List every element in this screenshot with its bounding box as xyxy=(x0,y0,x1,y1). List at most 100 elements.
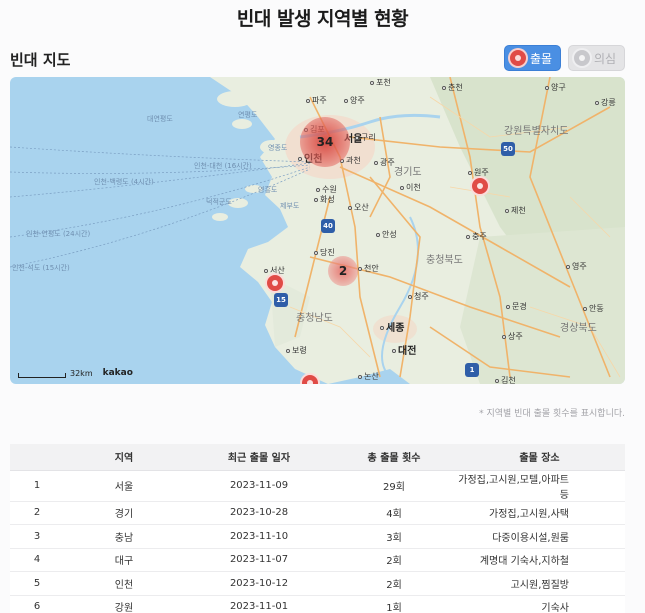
cell-region: 대구 xyxy=(64,548,184,572)
map-label: 영주 xyxy=(566,261,587,272)
page-title: 빈대 발생 지역별 현황 xyxy=(236,8,409,30)
cell-count: 1회 xyxy=(334,595,454,613)
map-label: 원주 xyxy=(468,167,489,178)
map-label: 청주 xyxy=(408,291,429,302)
map-label: 안동 xyxy=(583,303,604,314)
map-scale: 32km kakao xyxy=(18,368,133,378)
map-label: 인천-석도 (15시간) xyxy=(12,264,70,272)
cell-date: 2023-11-07 xyxy=(184,548,334,572)
cell-place: 가정집,고시원,사택 xyxy=(454,501,625,525)
cell-no: 5 xyxy=(10,571,64,596)
scale-bar xyxy=(18,373,66,378)
cluster-count: 2 xyxy=(338,264,348,278)
cell-date: 2023-11-01 xyxy=(184,595,334,613)
scale-label: 32km xyxy=(70,369,93,378)
map-label: 충청남도 xyxy=(296,313,333,324)
cell-count: 29회 xyxy=(334,470,454,502)
col-header-count: 총 출몰 횟수 xyxy=(334,444,454,471)
cell-count: 3회 xyxy=(334,524,454,549)
cell-region: 강원 xyxy=(64,595,184,613)
map-label: 오산 xyxy=(348,202,369,213)
bedbug-marker[interactable] xyxy=(302,375,318,384)
cell-no: 2 xyxy=(10,501,64,525)
map-label: 인천-대천 (16시간) xyxy=(194,162,252,170)
map-label: 충주 xyxy=(466,231,487,242)
bedbug-map[interactable]: 대연평도 연평도 영종도 덕적군도 영흥도 제부도 인천-대천 (16시간) 인… xyxy=(10,77,625,384)
cell-place: 고시원,찜질방 xyxy=(454,571,625,596)
map-label: 파주 xyxy=(306,95,327,106)
highway-shield: 1 xyxy=(465,363,479,377)
map-label: 문경 xyxy=(506,301,527,312)
col-header-date: 최근 출몰 일자 xyxy=(184,444,334,471)
filter-suspect-label: 의심 xyxy=(594,51,617,66)
map-label: 안성 xyxy=(376,229,397,240)
cell-place: 계명대 기숙사,지하철 xyxy=(454,548,625,572)
cell-place: 다중이용시설,원룸 xyxy=(454,524,625,549)
map-label: 강원특별자치도 xyxy=(504,126,569,137)
map-label: 인천-백령도 (4시간) xyxy=(94,178,154,186)
map-label: 제천 xyxy=(505,205,526,216)
map-label: 강릉 xyxy=(595,97,616,108)
highway-shield: 50 xyxy=(501,142,515,156)
col-header-region: 지역 xyxy=(64,444,184,471)
bedbug-marker[interactable] xyxy=(472,178,488,194)
map-note: * 지역별 빈대 출몰 횟수를 표시합니다. xyxy=(479,409,625,419)
cluster-marker[interactable]: 34 xyxy=(300,117,350,167)
cluster-count: 34 xyxy=(316,135,334,149)
map-label: 경기도 xyxy=(394,167,422,178)
cell-count: 2회 xyxy=(334,548,454,572)
map-label: 양주 xyxy=(344,95,365,106)
cell-place: 가정집,고시원,모텔,아파트 등 xyxy=(454,470,625,502)
map-label: 상주 xyxy=(502,331,523,342)
map-label: 화성 xyxy=(314,194,335,205)
bedbug-icon xyxy=(574,50,590,66)
cell-region: 인천 xyxy=(64,571,184,596)
map-label: 경상북도 xyxy=(560,323,597,334)
map-label: 영종도 xyxy=(268,144,288,152)
table-row: 5 인천 2023-10-12 2회 고시원,찜질방 xyxy=(10,571,625,596)
map-attribution: kakao xyxy=(102,368,133,378)
filter-outbreak-button[interactable]: 출몰 xyxy=(504,45,561,71)
map-label: 이천 xyxy=(400,182,421,193)
map-label: 덕적군도 xyxy=(206,198,232,206)
table-row: 1 서울 2023-11-09 29회 가정집,고시원,모텔,아파트 등 xyxy=(10,470,625,502)
cell-no: 4 xyxy=(10,548,64,572)
cell-region: 서울 xyxy=(64,470,184,502)
map-label: 세종 xyxy=(380,319,404,334)
map-label: 대전 xyxy=(392,342,416,357)
cell-date: 2023-10-28 xyxy=(184,501,334,525)
bedbug-icon xyxy=(510,50,526,66)
cell-no: 3 xyxy=(10,524,64,549)
cell-count: 2회 xyxy=(334,571,454,596)
map-label: 김천 xyxy=(495,375,516,384)
map-label: 구리 xyxy=(355,132,376,143)
cell-no: 1 xyxy=(10,470,64,502)
outbreak-table: 지역 최근 출몰 일자 총 출몰 횟수 출몰 장소 1 서울 2023-11-0… xyxy=(10,444,625,613)
filter-outbreak-label: 출몰 xyxy=(530,51,553,66)
map-label: 광주 xyxy=(374,157,395,168)
highway-shield: 15 xyxy=(274,293,288,307)
map-label: 인천-연평도 (24시간) xyxy=(26,230,91,238)
map-label: 논산 xyxy=(358,371,379,382)
cell-region: 경기 xyxy=(64,501,184,525)
table-row: 4 대구 2023-11-07 2회 계명대 기숙사,지하철 xyxy=(10,548,625,572)
table-row: 3 충남 2023-11-10 3회 다중이용시설,원룸 xyxy=(10,524,625,549)
col-header-no xyxy=(10,444,64,471)
map-label: 보령 xyxy=(286,345,307,356)
map-label: 당진 xyxy=(314,247,335,258)
cell-count: 4회 xyxy=(334,501,454,525)
bedbug-marker[interactable] xyxy=(267,275,283,291)
map-section-title: 빈대 지도 xyxy=(10,51,71,69)
map-label: 양구 xyxy=(545,82,566,93)
cell-place: 기숙사 xyxy=(454,595,625,613)
highway-shield: 40 xyxy=(321,219,335,233)
table-row: 2 경기 2023-10-28 4회 가정집,고시원,사택 xyxy=(10,501,625,525)
table-row: 6 강원 2023-11-01 1회 기숙사 xyxy=(10,595,625,613)
col-header-place: 출몰 장소 xyxy=(454,444,625,471)
table-header-row: 지역 최근 출몰 일자 총 출몰 횟수 출몰 장소 xyxy=(10,444,625,471)
cluster-marker[interactable]: 2 xyxy=(328,256,358,286)
map-label: 충청북도 xyxy=(426,255,463,266)
map-label: 포천 xyxy=(370,77,391,88)
cell-region: 충남 xyxy=(64,524,184,549)
filter-suspect-button[interactable]: 의심 xyxy=(568,45,625,71)
